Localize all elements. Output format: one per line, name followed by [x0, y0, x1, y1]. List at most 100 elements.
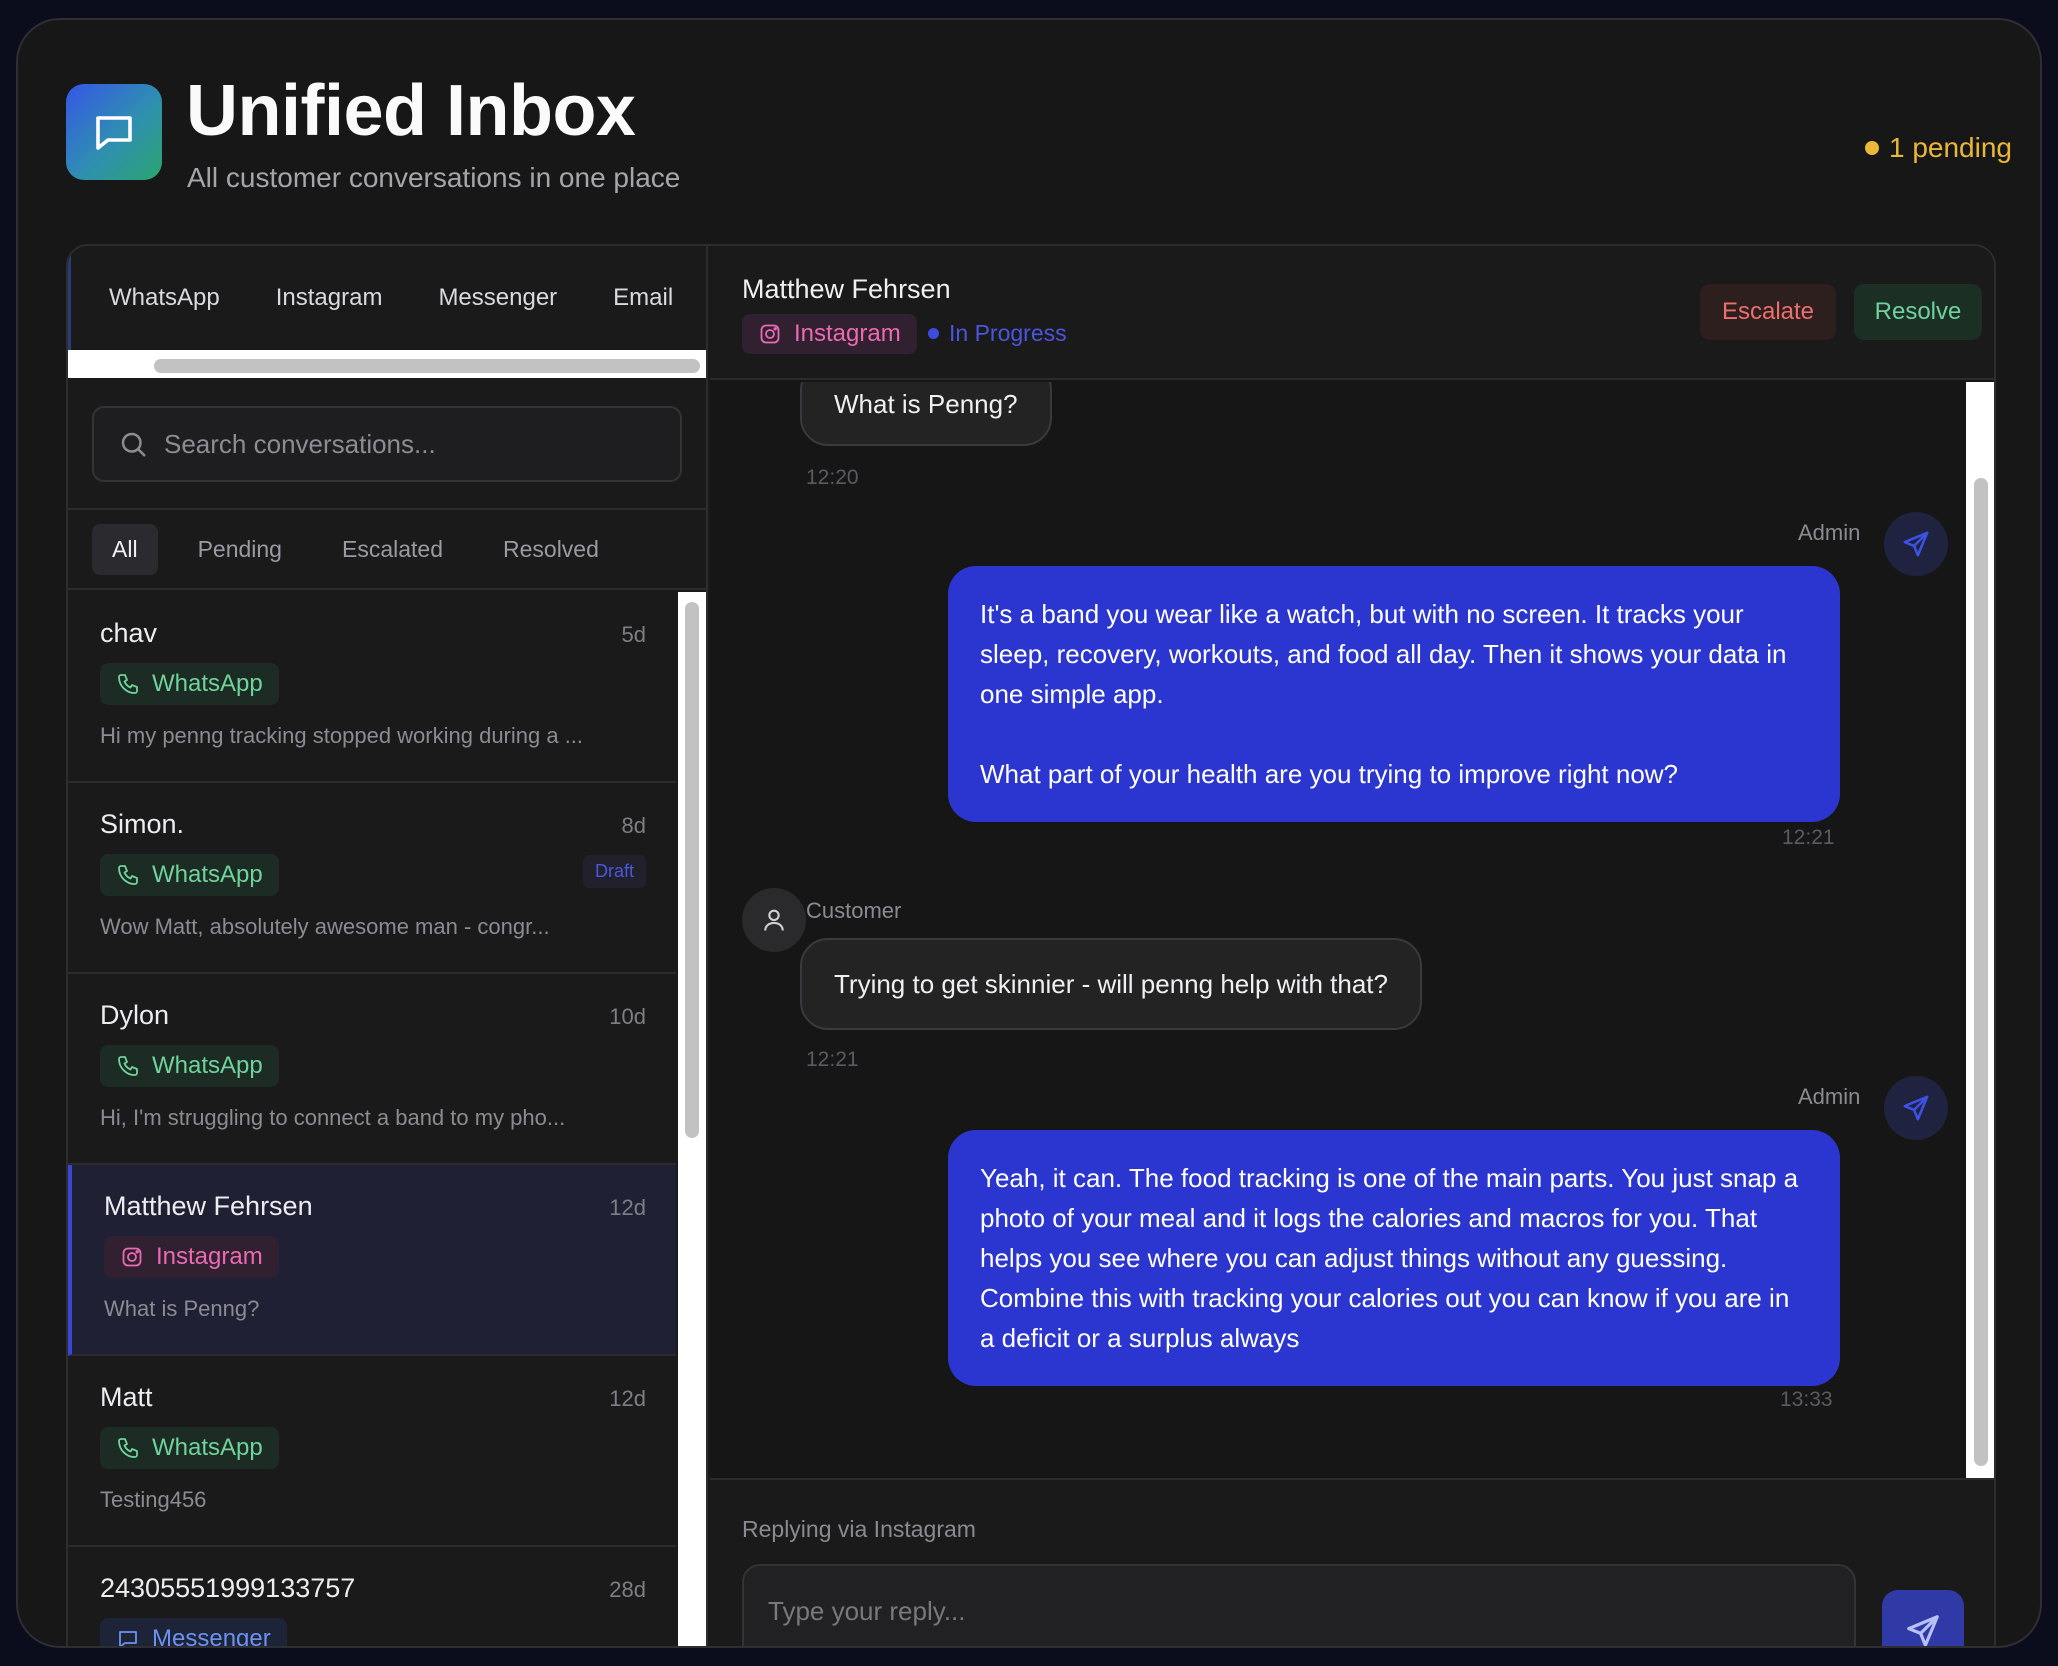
conversation-preview: Wow Matt, absolutely awesome man - congr…: [100, 914, 550, 939]
conversation-time: 5d: [621, 622, 646, 647]
chat-bubble-icon: [66, 84, 162, 180]
status-filter-bar: All Pending Escalated Resolved: [68, 508, 706, 590]
tab-whatsapp[interactable]: WhatsApp: [109, 284, 220, 312]
conversation-name: Simon.: [100, 809, 185, 839]
contact-name: Matthew Fehrsen: [742, 274, 951, 304]
search-input[interactable]: [164, 428, 644, 460]
inbox-panel: WhatsApp Instagram Messenger Email All P…: [66, 244, 1996, 1648]
phone-icon: [118, 674, 138, 694]
channel-badge-label: WhatsApp: [152, 1052, 263, 1079]
customer-message-bubble: What is Penng?: [800, 382, 1052, 446]
pending-indicator: 1 pending: [1864, 132, 2012, 164]
conversation-preview: Testing456: [100, 1487, 207, 1512]
filter-pending[interactable]: Pending: [178, 524, 302, 575]
admin-avatar: [1884, 1076, 1948, 1140]
status-indicator: In Progress: [928, 320, 1067, 347]
status-label: In Progress: [949, 320, 1067, 346]
tab-messenger[interactable]: Messenger: [438, 284, 557, 312]
admin-message-bubble: Yeah, it can. The food tracking is one o…: [948, 1130, 1840, 1386]
customer-message-bubble: Trying to get skinnier - will penng help…: [800, 938, 1422, 1030]
tab-instagram[interactable]: Instagram: [276, 284, 383, 312]
phone-icon: [118, 1438, 138, 1458]
channel-badge-label: Messenger: [152, 1625, 271, 1648]
channel-badge-label: Instagram: [156, 1243, 263, 1270]
resolve-button[interactable]: Resolve: [1854, 284, 1982, 340]
channel-badge: Instagram: [104, 1236, 279, 1278]
channel-badge-label: WhatsApp: [152, 1434, 263, 1461]
conversation-time: 28d: [609, 1577, 646, 1602]
conversation-preview: Hi my penng tracking stopped working dur…: [100, 723, 584, 748]
instagram-icon: [122, 1247, 142, 1267]
send-icon: [1907, 1615, 1939, 1646]
conversation-time: 8d: [621, 813, 646, 838]
message-thread-scrollbar[interactable]: [1966, 382, 1994, 1478]
conversation-name: Matthew Fehrsen: [104, 1191, 313, 1221]
filter-resolved[interactable]: Resolved: [483, 524, 619, 575]
pending-dot-icon: [1864, 141, 1879, 155]
tab-email[interactable]: Email: [613, 284, 673, 312]
chat-header: Matthew Fehrsen Instagram In Progress Es…: [710, 246, 1994, 380]
tabs-horizontal-scrollbar[interactable]: [68, 350, 706, 378]
conversation-item[interactable]: chav 5d WhatsApp Hi my penng tracking st…: [68, 592, 676, 783]
chat-channel-badge: Instagram: [742, 314, 917, 354]
search-box: [92, 406, 682, 482]
admin-message-bubble: It's a band you wear like a watch, but w…: [948, 566, 1840, 822]
pending-count: 1 pending: [1888, 132, 2012, 163]
page-subtitle: All customer conversations in one place: [187, 162, 681, 193]
message-time: 12:21: [806, 1048, 859, 1071]
conversation-name: 24305551999133757: [100, 1573, 356, 1603]
conversation-list-scrollbar[interactable]: [678, 592, 706, 1646]
conversation-item[interactable]: Matt 12d WhatsApp Testing456: [68, 1356, 676, 1547]
phone-icon: [118, 1056, 138, 1076]
customer-avatar: [742, 888, 806, 952]
reply-input[interactable]: [768, 1596, 1828, 1627]
reply-composer: Replying via Instagram: [710, 1478, 1994, 1646]
escalate-button[interactable]: Escalate: [1700, 284, 1836, 340]
reply-input-box: [742, 1564, 1856, 1646]
chat-channel-label: Instagram: [794, 320, 901, 347]
message-time: 12:20: [806, 466, 859, 489]
conversation-preview: Hi, I'm struggling to connect a band to …: [100, 1105, 566, 1130]
message-sender: Admin: [1798, 1084, 1861, 1109]
channel-badge: WhatsApp: [100, 663, 279, 705]
channel-tabs: WhatsApp Instagram Messenger Email: [68, 246, 706, 350]
user-icon: [764, 909, 784, 931]
message-thread-scroll-thumb[interactable]: [1974, 478, 1988, 1466]
conversation-list-scroll-thumb[interactable]: [685, 602, 699, 1138]
channel-badge: WhatsApp: [100, 1427, 279, 1469]
send-icon: [1903, 1095, 1929, 1121]
message-time: 13:33: [1780, 1388, 1833, 1411]
channel-badge: Messenger: [100, 1618, 287, 1648]
filter-escalated[interactable]: Escalated: [322, 524, 463, 575]
send-icon: [1903, 531, 1929, 557]
send-button[interactable]: [1882, 1590, 1964, 1646]
phone-icon: [118, 865, 138, 885]
draft-badge: Draft: [582, 855, 646, 888]
conversation-time: 10d: [609, 1004, 646, 1029]
message-sender: Customer: [806, 898, 902, 923]
filter-all[interactable]: All: [92, 523, 158, 575]
message-square-icon: [119, 1631, 137, 1646]
message-sender: Admin: [1798, 520, 1861, 545]
chat-pane: Matthew Fehrsen Instagram In Progress Es…: [710, 246, 1994, 1646]
app-window: Unified Inbox All customer conversations…: [16, 18, 2042, 1648]
conversation-name: Matt: [100, 1382, 153, 1412]
conversation-time: 12d: [609, 1386, 646, 1411]
search-icon: [121, 432, 146, 457]
conversation-preview: What is Penng?: [104, 1296, 260, 1321]
page-title: Unified Inbox: [186, 71, 636, 151]
tabs-scroll-thumb[interactable]: [154, 359, 700, 373]
conversation-item[interactable]: 24305551999133757 28d Messenger: [68, 1547, 676, 1648]
conversation-item[interactable]: Simon. 8d Draft WhatsApp Wow Matt, absol…: [68, 783, 676, 974]
conversation-item-selected[interactable]: Matthew Fehrsen 12d Instagram What is Pe…: [68, 1165, 676, 1356]
instagram-icon: [760, 324, 780, 344]
conversation-name: Dylon: [100, 1000, 170, 1030]
channel-badge-label: WhatsApp: [152, 861, 263, 888]
conversation-list: chav 5d WhatsApp Hi my penng tracking st…: [68, 592, 676, 1648]
conversation-item[interactable]: Dylon 10d WhatsApp Hi, I'm struggling to…: [68, 974, 676, 1165]
channel-badge-label: WhatsApp: [152, 670, 263, 697]
conversation-time: 12d: [609, 1195, 646, 1220]
reply-via-label: Replying via Instagram: [742, 1516, 976, 1542]
channel-badge: WhatsApp: [100, 1045, 279, 1087]
conversation-name: chav: [100, 618, 158, 648]
